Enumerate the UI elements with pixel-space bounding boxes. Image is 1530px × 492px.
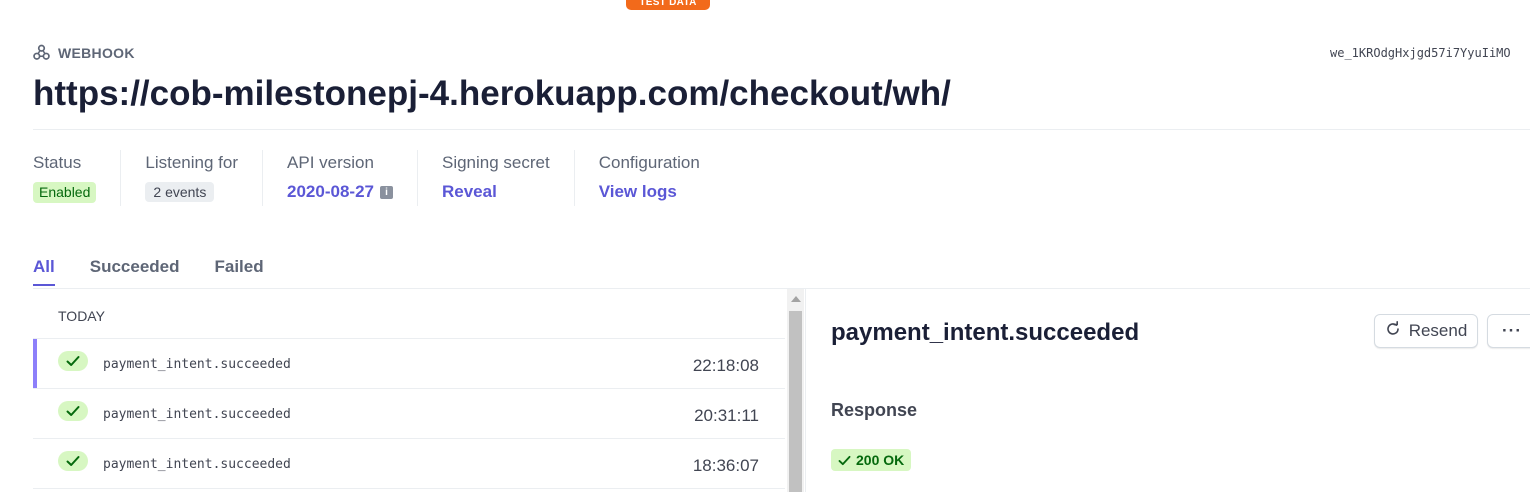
tab-succeeded[interactable]: Succeeded bbox=[90, 257, 180, 286]
panel-divider bbox=[805, 289, 806, 492]
event-list: TODAY payment_intent.succeeded 22:18:08 … bbox=[33, 289, 785, 492]
event-row[interactable]: payment_intent.succeeded 22:18:08 bbox=[33, 339, 785, 389]
info-icon[interactable]: i bbox=[379, 185, 393, 199]
view-logs-link[interactable]: View logs bbox=[599, 182, 700, 202]
response-heading: Response bbox=[831, 400, 918, 420]
meta-status: Status Enabled bbox=[33, 150, 120, 206]
header-divider bbox=[33, 129, 1530, 130]
test-data-badge: TEST DATA bbox=[626, 0, 710, 10]
more-button[interactable]: ··· bbox=[1487, 314, 1530, 348]
response-status-text: 200 OK bbox=[856, 452, 905, 468]
tab-failed[interactable]: Failed bbox=[215, 257, 264, 286]
api-version-link[interactable]: 2020-08-27 bbox=[287, 182, 374, 202]
event-time: 18:36:07 bbox=[692, 456, 759, 475]
events-count-badge[interactable]: 2 events bbox=[145, 182, 215, 202]
event-time: 20:31:11 bbox=[694, 406, 759, 425]
meta-configuration: Configuration View logs bbox=[573, 150, 724, 206]
event-name: payment_intent.succeeded bbox=[103, 357, 291, 372]
webhook-endpoint-id[interactable]: we_1KROdgHxjgd57i7YyuIiMO bbox=[1330, 46, 1530, 60]
resend-label: Resend bbox=[1408, 321, 1468, 340]
refresh-icon bbox=[1385, 320, 1401, 342]
check-icon bbox=[838, 455, 851, 465]
event-detail-title: payment_intent.succeeded bbox=[831, 319, 1140, 346]
event-name: payment_intent.succeeded bbox=[103, 407, 291, 422]
event-row[interactable]: payment_intent.succeeded 20:31:11 bbox=[33, 389, 785, 439]
event-time: 22:18:08 bbox=[692, 356, 759, 375]
api-version-label: API version bbox=[287, 153, 374, 172]
scrollbar-thumb[interactable] bbox=[789, 311, 802, 492]
webhook-type-label: WEBHOOK bbox=[58, 44, 135, 61]
listening-label: Listening for bbox=[145, 153, 239, 172]
response-status-badge: 200 OK bbox=[831, 449, 912, 471]
endpoint-meta: Status Enabled Listening for 2 events AP… bbox=[33, 150, 724, 206]
tab-all[interactable]: All bbox=[33, 257, 55, 286]
reveal-secret-link[interactable]: Reveal bbox=[442, 182, 550, 202]
event-group-header: TODAY bbox=[33, 289, 785, 339]
event-row[interactable]: payment_intent.succeeded 18:36:07 bbox=[33, 439, 785, 489]
more-icon: ··· bbox=[1502, 321, 1522, 340]
resend-button[interactable]: Resend bbox=[1374, 314, 1478, 348]
event-name: payment_intent.succeeded bbox=[103, 457, 291, 472]
meta-listening: Listening for 2 events bbox=[120, 150, 262, 206]
status-label: Status bbox=[33, 153, 82, 172]
meta-signing-secret: Signing secret Reveal bbox=[416, 150, 574, 206]
webhook-type-row: WEBHOOK bbox=[33, 44, 135, 61]
check-icon bbox=[58, 451, 88, 471]
check-icon bbox=[58, 401, 88, 421]
page-title: https://cob-milestonepj-4.herokuapp.com/… bbox=[33, 74, 951, 113]
meta-api-version: API version 2020-08-27 i bbox=[262, 150, 417, 206]
event-list-scrollbar[interactable] bbox=[787, 289, 804, 492]
signing-secret-label: Signing secret bbox=[441, 153, 550, 172]
check-icon bbox=[58, 351, 88, 371]
scroll-up-arrow-icon[interactable] bbox=[791, 296, 801, 302]
event-filter-tabs: All Succeeded Failed bbox=[33, 257, 264, 286]
configuration-label: Configuration bbox=[598, 153, 700, 172]
status-badge: Enabled bbox=[33, 182, 97, 203]
webhook-icon bbox=[33, 44, 50, 61]
